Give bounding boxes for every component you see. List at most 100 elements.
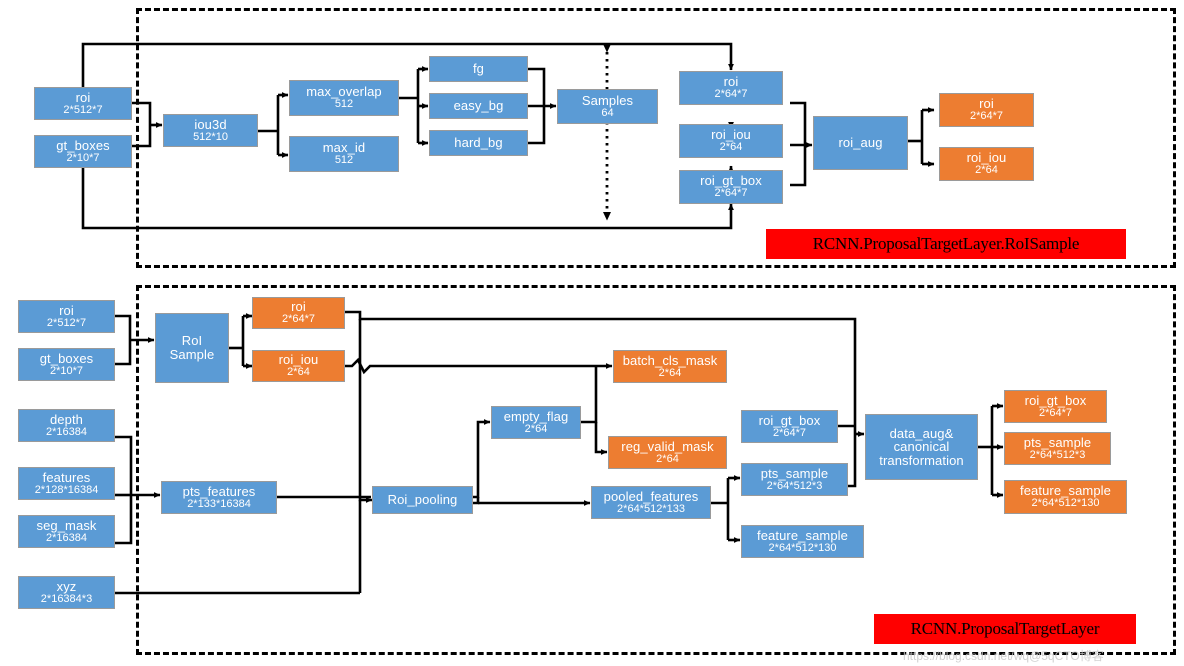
node-label: pts_sample bbox=[760, 465, 829, 481]
node-roi-output-top[interactable]: roi 2*64*7 bbox=[939, 93, 1034, 127]
node-samples[interactable]: Samples 64 bbox=[557, 89, 658, 124]
node-label: pooled_features bbox=[603, 488, 699, 504]
node-label: max_overlap bbox=[306, 84, 382, 100]
node-dim: 2*64 bbox=[658, 366, 682, 379]
node-xyz[interactable]: xyz 2*16384*3 bbox=[18, 576, 115, 609]
node-label: roi_iou bbox=[966, 150, 1007, 166]
node-label-line2: canonical transformation bbox=[879, 439, 964, 468]
bottom-section-red-label: RCNN.ProposalTargetLayer bbox=[874, 614, 1136, 644]
node-label: features bbox=[42, 469, 91, 485]
node-feature-sample-mid[interactable]: feature_sample 2*64*512*130 bbox=[741, 525, 864, 558]
node-dim: 64 bbox=[601, 106, 614, 119]
node-label: hard_bg bbox=[454, 135, 503, 151]
node-roi-aug[interactable]: roi_aug bbox=[813, 116, 908, 170]
node-roi-gt-box-sampled-top[interactable]: roi_gt_box 2*64*7 bbox=[679, 170, 783, 204]
node-roi-input-top[interactable]: roi 2*512*7 bbox=[34, 87, 132, 120]
node-label: feature_sample bbox=[756, 527, 848, 543]
node-label: RoI bbox=[181, 333, 203, 349]
node-data-aug-canonical-transformation[interactable]: data_aug& canonical transformation bbox=[865, 414, 978, 480]
node-iou3d[interactable]: iou3d 512*10 bbox=[163, 114, 258, 147]
top-section-red-label-text: RCNN.ProposalTargetLayer.RoISample bbox=[812, 234, 1080, 253]
node-dim: 512 bbox=[334, 154, 354, 167]
node-label: roi bbox=[291, 299, 306, 315]
node-dim: 2*64 bbox=[524, 422, 548, 435]
node-features[interactable]: features 2*128*16384 bbox=[18, 467, 115, 500]
node-dim: 2*64*7 bbox=[1038, 406, 1073, 419]
node-label: Samples bbox=[581, 92, 634, 108]
node-label: roi_iou bbox=[711, 127, 751, 143]
node-label: reg_valid_mask bbox=[621, 438, 714, 454]
node-dim: 2*64*7 bbox=[772, 426, 807, 439]
node-roi-input-bottom[interactable]: roi 2*512*7 bbox=[18, 300, 115, 333]
node-label: roi_gt_box bbox=[700, 173, 762, 189]
node-dim: 2*64*512*130 bbox=[1031, 497, 1100, 510]
bottom-section-frame bbox=[136, 285, 1176, 655]
node-dim: 2*64*512*133 bbox=[617, 502, 685, 515]
node-label: empty_flag bbox=[503, 408, 569, 424]
node-reg-valid-mask[interactable]: reg_valid_mask 2*64 bbox=[608, 436, 727, 469]
node-dim: 2*16384 bbox=[46, 425, 87, 438]
node-dim: 2*64*7 bbox=[714, 88, 748, 101]
node-dim: 512 bbox=[334, 98, 354, 111]
node-dim: 2*10*7 bbox=[66, 151, 100, 164]
node-depth[interactable]: depth 2*16384 bbox=[18, 409, 115, 442]
node-label: seg_mask bbox=[36, 517, 97, 533]
node-gt-boxes-input-bottom[interactable]: gt_boxes 2*10*7 bbox=[18, 348, 115, 381]
node-dim: 2*64*7 bbox=[281, 313, 316, 326]
node-label: depth bbox=[49, 411, 84, 427]
node-roi-gt-box-output[interactable]: roi_gt_box 2*64*7 bbox=[1004, 390, 1107, 423]
node-dim: 2*64*7 bbox=[714, 187, 748, 200]
node-label: xyz bbox=[56, 578, 77, 594]
node-fg[interactable]: fg bbox=[429, 56, 528, 82]
node-label: gt_boxes bbox=[56, 137, 110, 153]
node-max-id[interactable]: max_id 512 bbox=[289, 136, 399, 172]
node-dim: 2*512*7 bbox=[46, 316, 87, 329]
node-dim: 2*133*16384 bbox=[187, 497, 251, 510]
node-roi-sampled-bottom[interactable]: roi 2*64*7 bbox=[252, 297, 345, 329]
node-dim: 2*64 bbox=[287, 366, 310, 379]
node-label: data_aug& bbox=[889, 425, 954, 441]
node-pooled-features[interactable]: pooled_features 2*64*512*133 bbox=[591, 486, 711, 519]
node-max-overlap[interactable]: max_overlap 512 bbox=[289, 80, 399, 116]
node-dim: 2*10*7 bbox=[49, 364, 84, 377]
node-dim: 2*64*512*130 bbox=[768, 541, 837, 554]
node-label: Roi_pooling bbox=[387, 492, 458, 508]
node-feature-sample-output[interactable]: feature_sample 2*64*512*130 bbox=[1004, 480, 1127, 514]
node-label: max_id bbox=[322, 140, 366, 156]
node-gt-boxes-input-top[interactable]: gt_boxes 2*10*7 bbox=[34, 135, 132, 168]
bottom-section-red-label-text: RCNN.ProposalTargetLayer bbox=[910, 619, 1100, 638]
node-label: iou3d bbox=[194, 116, 227, 132]
node-label: easy_bg bbox=[453, 98, 504, 114]
node-seg-mask[interactable]: seg_mask 2*16384 bbox=[18, 515, 115, 548]
node-roi-pooling[interactable]: Roi_pooling bbox=[372, 486, 473, 514]
node-dim: 2*512*7 bbox=[63, 103, 103, 116]
node-label: batch_cls_mask bbox=[622, 352, 718, 368]
node-label: feature_sample bbox=[1019, 483, 1111, 499]
node-hard-bg[interactable]: hard_bg bbox=[429, 130, 528, 156]
node-label: fg bbox=[472, 61, 485, 77]
node-dim: 512*10 bbox=[193, 130, 228, 143]
node-roi-sampled-top[interactable]: roi 2*64*7 bbox=[679, 71, 783, 105]
node-label: roi_aug bbox=[838, 135, 883, 151]
node-label: roi bbox=[979, 96, 994, 112]
node-roi-iou-sampled-top[interactable]: roi_iou 2*64 bbox=[679, 124, 783, 158]
node-label-line2: Sample bbox=[169, 347, 215, 362]
node-dim: 2*128*16384 bbox=[34, 483, 99, 496]
node-roi-iou-output-top[interactable]: roi_iou 2*64 bbox=[939, 147, 1034, 181]
node-dim: 2*64*512*3 bbox=[1029, 448, 1086, 461]
node-pts-sample-output[interactable]: pts_sample 2*64*512*3 bbox=[1004, 432, 1111, 465]
node-label: roi bbox=[723, 74, 739, 90]
node-roi-sample-block[interactable]: RoI Sample bbox=[155, 313, 229, 383]
node-easy-bg[interactable]: easy_bg bbox=[429, 93, 528, 119]
node-label: pts_sample bbox=[1023, 434, 1092, 450]
node-pts-sample-mid[interactable]: pts_sample 2*64*512*3 bbox=[741, 463, 848, 496]
node-pts-features[interactable]: pts_features 2*133*16384 bbox=[161, 481, 277, 514]
watermark-text: https://blog.csdn.net/wq@5qCTO博客 bbox=[903, 649, 1104, 663]
node-dim: 2*64 bbox=[975, 164, 998, 177]
node-roi-iou-sampled-bottom[interactable]: roi_iou 2*64 bbox=[252, 350, 345, 382]
node-empty-flag[interactable]: empty_flag 2*64 bbox=[491, 406, 581, 439]
node-dim: 2*64 bbox=[719, 141, 743, 154]
node-dim: 2*64 bbox=[656, 452, 679, 465]
node-batch-cls-mask[interactable]: batch_cls_mask 2*64 bbox=[613, 350, 727, 383]
node-roi-gt-box-mid[interactable]: roi_gt_box 2*64*7 bbox=[741, 410, 838, 443]
